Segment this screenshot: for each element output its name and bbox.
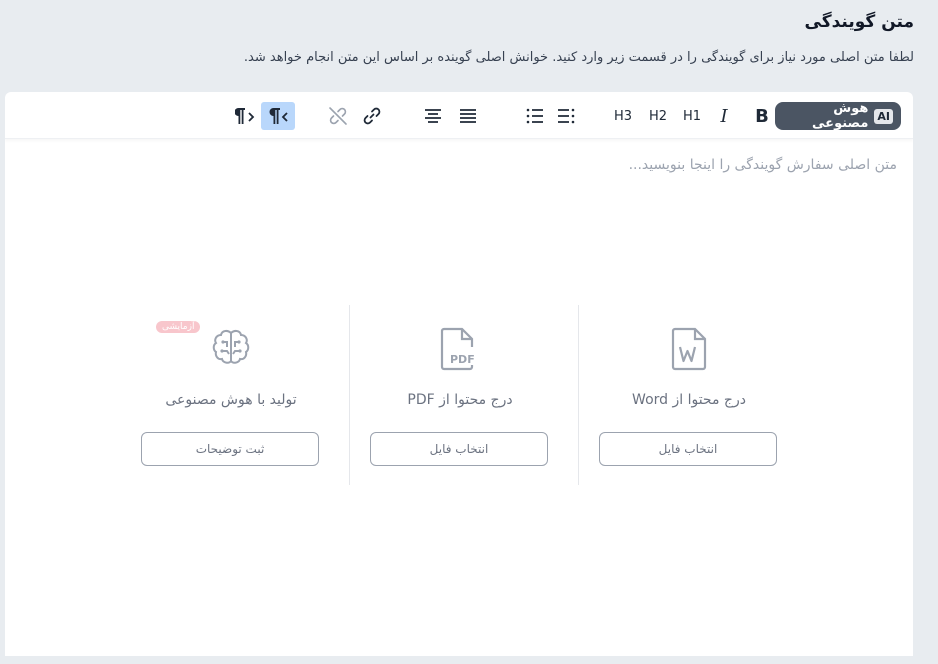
align-center-button[interactable] — [419, 102, 447, 130]
ai-badge: AI — [874, 108, 893, 124]
heading1-button[interactable]: H1 — [678, 102, 706, 130]
card-divider — [349, 305, 350, 485]
rich-text-editor: AI هوش مصنوعی B I H1 H2 H3 متن اصلی سفار… — [5, 92, 913, 656]
link-button[interactable] — [358, 102, 386, 130]
rtl-direction-button[interactable] — [261, 102, 295, 130]
editor-placeholder[interactable]: متن اصلی سفارش گویندگی را اینجا بنویسید.… — [629, 157, 897, 173]
italic-button[interactable]: I — [713, 102, 735, 130]
paragraph-ltr-icon — [235, 108, 255, 124]
beta-badge: آزمایشی — [156, 321, 201, 333]
bold-button[interactable]: B — [751, 102, 773, 130]
paragraph-rtl-icon — [269, 108, 288, 124]
svg-text:PDF: PDF — [450, 353, 475, 366]
align-justify-icon — [460, 109, 476, 123]
bullet-list-rtl-icon — [526, 108, 543, 124]
page-title: متن گویندگی — [804, 12, 914, 32]
heading2-button[interactable]: H2 — [644, 102, 672, 130]
justify-button[interactable] — [454, 102, 482, 130]
ordered-list-button[interactable] — [521, 102, 549, 130]
ai-button-label: هوش مصنوعی — [812, 101, 869, 131]
page-subtitle: لطفا متن اصلی مورد نیاز برای گویندگی را … — [243, 50, 914, 65]
ai-card-label: تولید با هوش مصنوعی — [165, 392, 297, 408]
heading3-button[interactable]: H3 — [609, 102, 637, 130]
editor-toolbar: AI هوش مصنوعی B I H1 H2 H3 — [5, 92, 913, 139]
unlink-icon — [329, 107, 347, 125]
bullet-list-icon — [558, 108, 575, 124]
card-divider — [578, 305, 579, 485]
pdf-import-card: PDF درج محتوا از PDF انتخاب فایل — [350, 305, 570, 485]
pdf-file-icon: PDF — [440, 327, 475, 371]
ai-button[interactable]: AI هوش مصنوعی — [775, 101, 901, 131]
link-icon — [363, 107, 381, 125]
word-file-icon — [671, 327, 707, 371]
import-options: درج محتوا از Word انتخاب فایل PDF درج مح… — [135, 305, 795, 485]
word-import-card: درج محتوا از Word انتخاب فایل — [579, 305, 799, 485]
ai-generate-card: آزمایشی تولید با هوش مصنوعی ثبت توضیحات — [121, 305, 341, 485]
align-center-icon — [425, 109, 441, 123]
ai-submit-description-button[interactable]: ثبت توضیحات — [141, 432, 319, 466]
brain-icon — [212, 329, 250, 364]
word-card-label: درج محتوا از Word — [632, 392, 746, 408]
pdf-select-file-button[interactable]: انتخاب فایل — [370, 432, 548, 466]
pdf-card-label: درج محتوا از PDF — [407, 392, 513, 408]
bullet-list-button[interactable] — [552, 102, 580, 130]
ltr-direction-button[interactable] — [231, 102, 259, 130]
word-select-file-button[interactable]: انتخاب فایل — [599, 432, 777, 466]
unlink-button[interactable] — [324, 102, 352, 130]
